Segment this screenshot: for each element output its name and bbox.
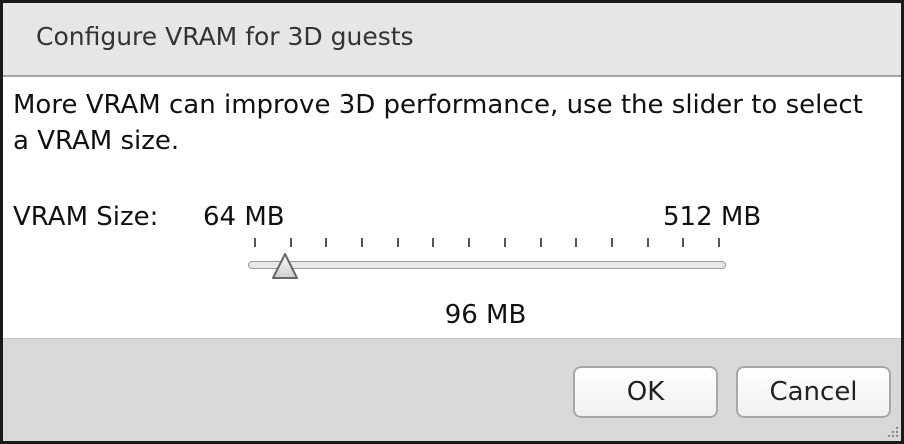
slider-min-label: 64 MB bbox=[203, 202, 285, 232]
slider-tick bbox=[289, 238, 292, 247]
slider-tick bbox=[682, 238, 685, 247]
dialog-title: Configure VRAM for 3D guests bbox=[36, 22, 414, 51]
slider-tick bbox=[254, 238, 256, 247]
slider-tick bbox=[325, 238, 328, 247]
slider-tick bbox=[646, 238, 649, 247]
slider-tick bbox=[718, 238, 720, 247]
slider-tick bbox=[610, 238, 613, 247]
vram-value-label: 96 MB bbox=[444, 300, 527, 330]
dialog-footer: OK Cancel bbox=[3, 338, 901, 441]
cancel-button[interactable]: Cancel bbox=[736, 366, 891, 418]
dialog-titlebar[interactable]: Configure VRAM for 3D guests bbox=[3, 3, 901, 77]
slider-tick bbox=[396, 238, 399, 247]
resize-grip-icon[interactable] bbox=[885, 425, 899, 439]
vram-slider-thumb[interactable] bbox=[270, 252, 300, 282]
slider-tick bbox=[361, 238, 364, 247]
dialog-description: More VRAM can improve 3D performance, us… bbox=[13, 90, 863, 156]
slider-tick bbox=[468, 238, 471, 247]
slider-tick bbox=[539, 238, 542, 247]
vram-size-label: VRAM Size: bbox=[13, 202, 159, 232]
slider-tick bbox=[432, 238, 435, 247]
slider-tick bbox=[503, 238, 506, 247]
ok-button[interactable]: OK bbox=[573, 366, 718, 418]
slider-tick bbox=[575, 238, 578, 247]
slider-max-label: 512 MB bbox=[663, 202, 762, 232]
slider-thumb-icon bbox=[272, 253, 299, 279]
vram-dialog: Configure VRAM for 3D guests More VRAM c… bbox=[0, 0, 904, 444]
vram-slider-track[interactable] bbox=[248, 261, 726, 269]
